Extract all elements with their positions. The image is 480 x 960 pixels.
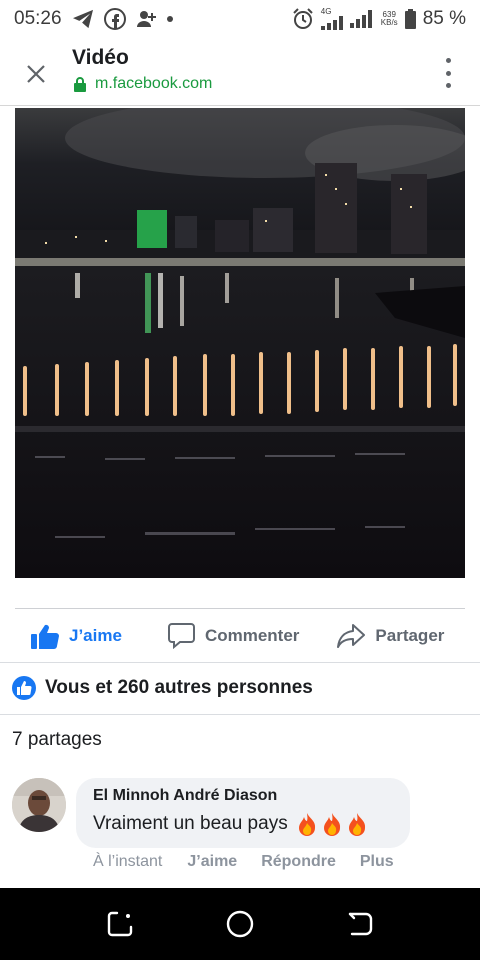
overflow-menu-button[interactable] (442, 58, 454, 88)
comment-reply-button[interactable]: Répondre (261, 853, 336, 871)
facebook-icon (103, 8, 126, 30)
reactions-text: Vous et 260 autres personnes (45, 677, 313, 698)
battery-percent: 85 % (422, 8, 466, 29)
status-time: 05:26 (14, 8, 62, 29)
signal-bars-icon (349, 10, 374, 28)
share-button[interactable]: Partager (337, 623, 444, 649)
system-navigation-bar (0, 888, 480, 960)
signal-4g-icon: 4G (320, 7, 343, 30)
app-bar: Vidéo m.facebook.com (0, 38, 480, 106)
comment-meta: À l’instant J’aime Répondre Plus (93, 853, 394, 871)
network-type: 4G (320, 7, 332, 16)
data-speed: 639 KB/s (380, 10, 398, 27)
comment-author[interactable]: El Minnoh André Diason (93, 787, 393, 805)
reactions-summary[interactable]: Vous et 260 autres personnes (12, 676, 313, 700)
divider (0, 714, 480, 715)
home-button[interactable] (224, 908, 256, 940)
telegram-icon (72, 9, 94, 29)
url-row: m.facebook.com (74, 75, 212, 93)
user-avatar-image (12, 778, 66, 832)
fire-emojis (296, 812, 368, 836)
notification-dot-icon (166, 15, 174, 23)
like-reaction-icon (12, 676, 36, 700)
comment-text: Vraiment un beau pays (93, 813, 288, 834)
night-city-video-frame (15, 108, 465, 578)
page-url: m.facebook.com (95, 75, 213, 92)
back-button[interactable] (344, 908, 376, 940)
divider (0, 662, 480, 663)
contacts-icon (136, 9, 156, 29)
status-bar: 05:26 4G 639 KB/s 85 % (0, 0, 480, 38)
battery-icon (404, 9, 416, 29)
post-actions: J’aime Commenter Partager (15, 608, 465, 662)
comment-label: Commenter (204, 625, 300, 645)
comment-bubble-icon (167, 623, 195, 649)
comment-bubble[interactable]: El Minnoh André Diason Vraiment un beau … (76, 778, 410, 848)
like-label: J’aime (69, 625, 122, 645)
close-button[interactable] (22, 60, 50, 88)
fire-icon (323, 813, 340, 836)
share-arrow-icon (337, 623, 366, 648)
comment-time: À l’instant (93, 853, 163, 870)
back-icon (348, 912, 373, 936)
thumbs-up-icon (31, 624, 59, 649)
comment-like-button[interactable]: J’aime (187, 853, 237, 871)
shares-count[interactable]: 7 partages (12, 729, 102, 751)
comment-more-button[interactable]: Plus (360, 853, 394, 871)
fire-icon (348, 813, 365, 836)
comment-button[interactable]: Commenter (167, 622, 300, 649)
fire-icon (298, 813, 315, 836)
page-title: Vidéo (72, 46, 129, 69)
recent-apps-icon (107, 911, 133, 937)
video-player[interactable] (15, 108, 465, 578)
home-circle-icon (226, 910, 254, 938)
more-vert-icon (445, 58, 451, 63)
comment-body: Vraiment un beau pays (93, 812, 393, 836)
like-button[interactable]: J’aime (31, 623, 122, 649)
avatar[interactable] (12, 778, 66, 832)
recent-apps-button[interactable] (104, 908, 136, 940)
share-label: Partager (375, 625, 445, 645)
close-icon (27, 65, 45, 83)
alarm-icon (292, 8, 314, 30)
lock-icon (74, 77, 86, 92)
